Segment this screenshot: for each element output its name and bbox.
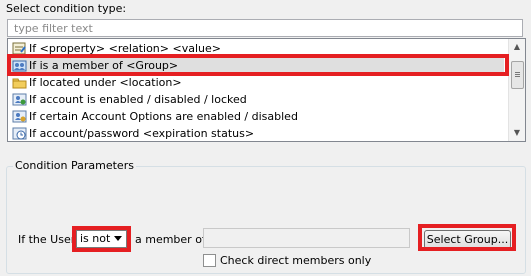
list-item[interactable]: If account is enabled / disabled / locke… xyxy=(10,91,504,108)
group-title: Condition Parameters xyxy=(13,159,136,173)
highlight-relation-select xyxy=(72,226,131,252)
list-item-label: If account/password <expiration status> xyxy=(29,127,255,140)
section-title: Select condition type: xyxy=(6,2,127,15)
filter-input[interactable]: type filter text xyxy=(7,19,523,37)
highlight-selected-condition xyxy=(7,54,509,76)
check-direct-members-label: Check direct members only xyxy=(220,254,372,267)
list-item[interactable]: If certain Account Options are enabled /… xyxy=(10,108,504,125)
account-options-icon xyxy=(12,110,27,123)
group-field xyxy=(203,228,410,248)
list-item-label: If located under <location> xyxy=(29,76,182,89)
thumb-grip xyxy=(515,74,520,75)
check-direct-members-checkbox[interactable] xyxy=(203,254,216,267)
list-item-label: If account is enabled / disabled / locke… xyxy=(29,93,247,106)
thumb-grip xyxy=(515,76,520,77)
scroll-up-button[interactable]: ▲ xyxy=(509,39,525,55)
scroll-thumb[interactable] xyxy=(511,61,524,89)
account-icon xyxy=(12,93,27,106)
list-item[interactable]: If located under <location> xyxy=(10,74,504,91)
clock-icon xyxy=(12,127,27,140)
folder-icon xyxy=(12,78,27,89)
scroll-down-button[interactable]: ▼ xyxy=(509,125,525,141)
thumb-grip xyxy=(515,72,520,73)
list-scrollbar[interactable]: ▲ ▼ xyxy=(508,39,525,141)
list-item-label: If certain Account Options are enabled /… xyxy=(29,110,298,123)
highlight-select-group-button xyxy=(418,224,516,251)
if-the-user-label: If the User xyxy=(18,233,76,246)
list-item[interactable]: If account/password <expiration status> xyxy=(10,125,504,142)
member-of-label: a member of xyxy=(135,233,206,246)
